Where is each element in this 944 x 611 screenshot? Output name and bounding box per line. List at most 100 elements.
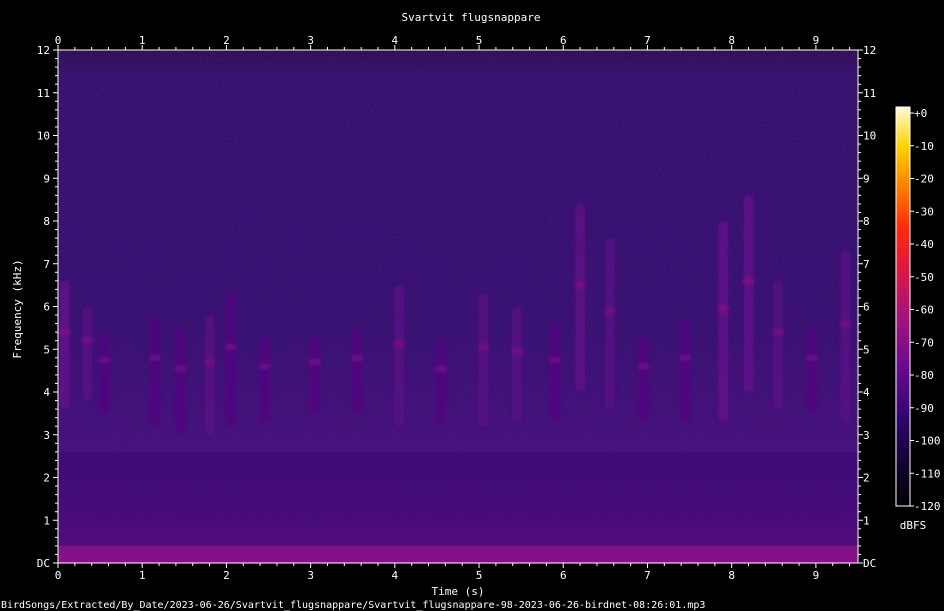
call-peak	[637, 363, 650, 370]
y-axis-right: DC123456789101112	[858, 44, 876, 570]
energy-bands	[58, 451, 858, 563]
call-peak	[679, 354, 692, 361]
call-mark	[806, 327, 817, 414]
call-peak	[574, 282, 587, 289]
x-tick-label-bottom: 8	[728, 569, 735, 582]
colorbar-tick-label: -80	[914, 369, 934, 382]
x-tick-label-bottom: 4	[392, 569, 399, 582]
call-peak	[308, 359, 321, 366]
x-tick-label-top: 7	[644, 34, 651, 47]
y-tick-label-right: 3	[863, 429, 870, 442]
call-mark	[225, 293, 236, 427]
x-tick-label-top: 9	[813, 34, 820, 47]
colorbar-tick-label: -40	[914, 238, 934, 251]
call-mark	[840, 250, 851, 422]
colorbar-tick-label: -110	[914, 467, 941, 480]
energy-band	[58, 451, 858, 546]
y-tick-label-left: 2	[43, 472, 50, 485]
call-peak	[510, 348, 523, 355]
x-tick-label-top: 5	[476, 34, 483, 47]
y-tick-label-right: 11	[863, 87, 876, 100]
y-tick-label-left: 4	[43, 386, 50, 399]
call-peak	[393, 339, 406, 346]
colorbar-tick-label: -70	[914, 336, 934, 349]
call-peak	[258, 363, 271, 370]
y-tick-label-right: 5	[863, 343, 870, 356]
call-mark	[549, 323, 560, 422]
y-tick-label-left: 11	[37, 87, 50, 100]
call-peak	[772, 329, 784, 336]
x-tick-label-top: 8	[728, 34, 735, 47]
x-tick-label-bottom: 7	[644, 569, 651, 582]
chart-title: Svartvit flugsnappare	[401, 11, 540, 24]
colorbar-tick-label: -120	[914, 500, 941, 513]
call-peak	[350, 354, 363, 361]
spectrogram-figure: Svartvit flugsnappare 0123456789 0123456…	[1, 11, 941, 611]
y-tick-label-right: 6	[863, 301, 870, 314]
y-axis-left: DC123456789101112	[37, 44, 58, 570]
y-tick-label-right: DC	[863, 557, 876, 570]
call-mark	[436, 340, 447, 422]
colorbar-tick-label: -50	[914, 271, 934, 284]
call-mark	[82, 306, 93, 401]
x-tick-label-bottom: 1	[139, 569, 146, 582]
y-tick-label-left: 7	[43, 258, 50, 271]
colorbar-tick-label: -10	[914, 140, 934, 153]
colorbar-tick-label: +0	[914, 107, 927, 120]
colorbar-ticks: +0 -10 -20 -30 -40 -50 -60 -70 -80 -90 -100 -110 -12…	[910, 107, 941, 513]
call-mark	[259, 336, 270, 422]
x-tick-label-bottom: 0	[55, 569, 62, 582]
y-tick-label-left: 9	[43, 172, 50, 185]
call-peak	[148, 354, 161, 361]
call-peak	[477, 344, 490, 351]
y-tick-label-right: 8	[863, 215, 870, 228]
colorbar: +0 -10 -20 -30 -40 -50 -60 -70 -80 -90 -100 -110 -12…	[895, 106, 941, 532]
x-tick-label-top: 6	[560, 34, 567, 47]
plot-area	[57, 49, 859, 564]
energy-band	[58, 545, 858, 563]
y-tick-label-left: 8	[43, 215, 50, 228]
y-tick-label-left: 10	[37, 130, 50, 143]
call-peak	[203, 359, 216, 366]
call-peak	[839, 320, 852, 327]
call-peak	[742, 277, 755, 284]
x-tick-label-top: 3	[307, 34, 314, 47]
y-tick-label-right: 12	[863, 44, 876, 57]
colorbar-label: dBFS	[900, 519, 927, 532]
call-peak	[805, 354, 818, 361]
call-peak	[174, 365, 187, 372]
x-tick-label-bottom: 5	[476, 569, 483, 582]
y-axis-label: Frequency (kHz)	[11, 259, 24, 358]
y-tick-label-left: 3	[43, 429, 50, 442]
call-mark	[638, 336, 649, 422]
y-tick-label-left: DC	[37, 557, 50, 570]
call-peak	[224, 344, 237, 351]
y-tick-label-left: 1	[43, 514, 50, 527]
colorbar-tick-label: -100	[914, 435, 941, 448]
call-peak	[98, 356, 111, 363]
call-mark	[743, 195, 754, 392]
y-tick-label-right: 7	[863, 258, 870, 271]
y-tick-label-left: 5	[43, 343, 50, 356]
y-tick-label-right: 9	[863, 172, 870, 185]
call-mark	[149, 315, 160, 427]
colorbar-gradient	[895, 106, 911, 507]
x-tick-label-top: 2	[223, 34, 230, 47]
file-path-caption: BirdSongs/Extracted/By_Date/2023-06-26/S…	[1, 600, 705, 611]
call-mark	[478, 293, 489, 427]
call-mark	[718, 221, 729, 422]
x-tick-label-bottom: 6	[560, 569, 567, 582]
call-peak	[435, 365, 448, 372]
call-mark	[175, 327, 186, 435]
y-tick-label-right: 2	[863, 472, 870, 485]
call-peak	[603, 307, 616, 314]
call-peak	[548, 356, 561, 363]
call-mark	[604, 238, 615, 410]
y-tick-label-left: 6	[43, 301, 50, 314]
call-peak	[717, 305, 730, 312]
x-tick-label-bottom: 9	[813, 569, 820, 582]
call-peak	[81, 337, 94, 344]
y-tick-label-right: 10	[863, 130, 876, 143]
call-mark	[99, 332, 110, 414]
call-mark	[309, 336, 320, 414]
